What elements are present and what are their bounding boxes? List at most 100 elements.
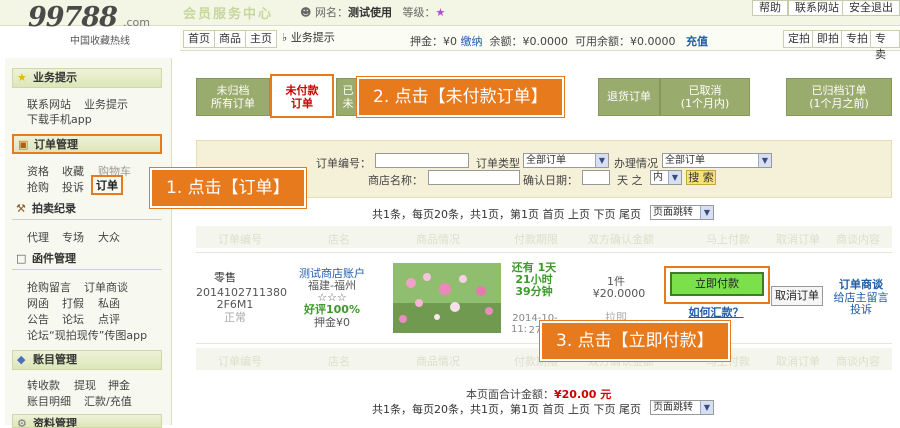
sidebar-link-order-negotiation[interactable]: 订单商谈	[84, 279, 128, 295]
nav-home[interactable]: 首页	[183, 30, 215, 48]
sidebar-link-review[interactable]: 点评	[98, 311, 120, 327]
chevron-down-icon: ▼	[758, 154, 771, 167]
section-title: 账目管理	[33, 353, 77, 366]
sidebar-link-forum-app[interactable]: 论坛“现拍现传”传图app	[27, 327, 147, 343]
balance-text: 余额：¥0.0000	[489, 35, 569, 48]
page-total: 本页面合计金额：¥20.00 元	[466, 386, 611, 402]
site-logo[interactable]: 99788 .com 中国收藏热线	[28, 2, 178, 47]
search-button[interactable]: 搜 索	[686, 170, 716, 185]
sidebar-link-transfer[interactable]: 转收款	[27, 377, 60, 393]
recharge-link[interactable]: 充值	[686, 35, 708, 48]
tab-cancelled-orders[interactable]: 已取消 (1个月内)	[660, 78, 750, 116]
complain-link[interactable]: 投诉	[828, 304, 894, 316]
status-select[interactable]: 全部订单 ▼	[662, 153, 772, 168]
logo-com: .com	[123, 16, 150, 29]
order-id-cell-2[interactable]: 2F6M1	[196, 299, 274, 311]
col-order-no: 订单编号	[218, 355, 262, 368]
tab-unpaid-orders[interactable]: 未付款 订单	[270, 74, 334, 118]
sidebar-section-mail-management[interactable]: □ 函件管理	[12, 250, 162, 270]
section-title: 拍卖纪录	[32, 202, 76, 215]
sidebar-link-download-app[interactable]: 下载手机app	[27, 111, 92, 127]
page-jump-select-bottom[interactable]: 页面跳转 ▼	[650, 400, 714, 415]
order-no-label: 订单编号：	[316, 157, 371, 170]
tab-label: 已取消	[688, 84, 722, 97]
how-to-pay-link[interactable]: 如何汇款？	[676, 307, 756, 319]
sidebar-link-anti-fake[interactable]: 打假	[62, 295, 84, 311]
col-order-no: 订单编号	[218, 233, 262, 246]
sidebar-link-business-tips[interactable]: 业务提示	[84, 96, 128, 112]
sidebar-link-complaint[interactable]: 投诉	[62, 179, 84, 195]
chevron-down-icon: ▼	[668, 171, 681, 184]
sidebar-link-private-mail[interactable]: 私函	[98, 295, 120, 311]
sidebar-section-order-management[interactable]: ▣ 订单管理	[12, 134, 162, 154]
shop-name-input[interactable]	[428, 170, 520, 185]
section-title: 订单管理	[34, 138, 78, 151]
tab-sublabel: 未	[342, 97, 354, 110]
sidebar-link-remit-recharge[interactable]: 汇款/充值	[84, 393, 132, 409]
pager-top: 共1条，每页20条，共1页，第1页 首页 上页 下页 尾页	[372, 208, 641, 221]
section-title: 资料管理	[33, 417, 77, 428]
tab-label: 已归档订单	[811, 84, 867, 97]
page-jump-value: 页面跳转	[653, 207, 693, 218]
tab-return-orders[interactable]: 退货订单	[598, 78, 660, 116]
status-label: 办理情况	[614, 157, 658, 170]
total-value: ¥20.00 元	[554, 388, 612, 401]
tab-label: 退货订单	[607, 90, 651, 103]
days-label: 天 之	[617, 174, 643, 187]
order-type-select[interactable]: 全部订单 ▼	[523, 153, 609, 168]
sidebar-link-web-mail[interactable]: 网函	[27, 295, 49, 311]
tab-label: 未归档	[216, 84, 250, 97]
logout-link[interactable]: 安全退出	[842, 0, 900, 16]
sidebar-link-favorites[interactable]: 收藏	[62, 163, 84, 179]
sidebar-section-auction-records[interactable]: ⚒ 拍卖纪录	[12, 200, 162, 220]
sidebar-link-special-session[interactable]: 专场	[62, 229, 84, 245]
sidebar-link-qualification[interactable]: 资格	[27, 163, 49, 179]
callout-step-1: 1. 点击【订单】	[150, 168, 306, 208]
nav-homepage[interactable]: 主页	[245, 30, 277, 48]
sidebar-section-profile[interactable]: ⚙ 资料管理	[12, 414, 162, 428]
col-cancel: 取消订单	[776, 355, 820, 368]
sidebar-section-accounts[interactable]: ◆ 账目管理	[12, 350, 162, 370]
sidebar-link-withdraw[interactable]: 提现	[74, 377, 96, 393]
nav-goods[interactable]: 商品	[214, 30, 246, 48]
sidebar-link-deposit[interactable]: 押金	[108, 377, 130, 393]
cancel-order-button[interactable]: 取消订单	[771, 286, 823, 306]
tab-sublabel: 所有订单	[211, 97, 255, 110]
nav-business-tips[interactable]: ♭ 业务提示	[278, 30, 339, 48]
tab-all-orders[interactable]: 未归档 所有订单	[196, 78, 270, 116]
col-cancel: 取消订单	[776, 233, 820, 246]
order-no-input[interactable]	[375, 153, 469, 168]
nav-special-sale[interactable]: 专卖	[870, 30, 900, 61]
sidebar-link-forum[interactable]: 论坛	[62, 311, 84, 327]
sidebar-link-orders[interactable]: 订单	[91, 175, 123, 195]
within-value: 内	[653, 172, 663, 183]
confirm-days-input[interactable]	[582, 170, 610, 185]
sidebar-link-contact[interactable]: 联系网站	[27, 96, 71, 112]
contact-site-link[interactable]: 联系网站	[788, 0, 846, 16]
page-jump-select-top[interactable]: 页面跳转 ▼	[650, 205, 714, 220]
help-link[interactable]: 帮助	[752, 0, 788, 16]
status-value: 全部订单	[665, 155, 705, 166]
sidebar-link-public[interactable]: 大众	[98, 229, 120, 245]
pay-now-button[interactable]: 立即付款	[670, 272, 764, 296]
product-thumbnail[interactable]	[393, 263, 501, 333]
sidebar-link-agent[interactable]: 代理	[27, 229, 49, 245]
col-shop: 店名	[328, 355, 350, 368]
gear-icon: ⚙	[17, 417, 27, 428]
nav-special-auction[interactable]: 专拍	[841, 30, 873, 48]
order-type-value: 全部订单	[526, 155, 566, 166]
confirmed-amount: ¥20.0000	[592, 287, 646, 300]
order-negotiation-link[interactable]: 订单商谈	[828, 279, 894, 291]
within-select[interactable]: 内 ▼	[650, 170, 682, 185]
sidebar-link-notice[interactable]: 公告	[27, 311, 49, 327]
tab-archived-orders[interactable]: 已归档订单 (1个月之前)	[786, 78, 892, 116]
sidebar-link-rush-message[interactable]: 抢购留言	[27, 279, 71, 295]
sidebar-link-rush-buy[interactable]: 抢购	[27, 179, 49, 195]
nav-instant-auction[interactable]: 即拍	[812, 30, 844, 48]
sidebar-section-business-tips[interactable]: ★ 业务提示	[12, 68, 162, 88]
member-center-title: 会员服务中心	[183, 7, 274, 22]
chevron-down-icon: ▼	[700, 401, 713, 414]
sidebar-link-statement[interactable]: 账目明细	[27, 393, 71, 409]
deposit-pay-link[interactable]: 缴纳	[461, 35, 483, 48]
nav-fixed-auction[interactable]: 定拍	[783, 30, 815, 48]
